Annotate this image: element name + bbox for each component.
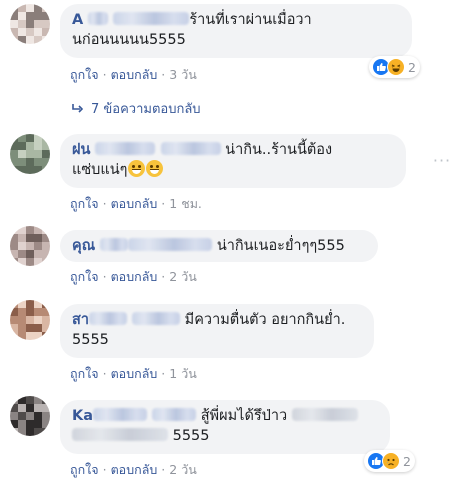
like-link[interactable]: ถูกใจ	[70, 67, 99, 82]
like-link[interactable]: ถูกใจ	[70, 269, 99, 284]
more-options-icon[interactable]: ···	[432, 150, 452, 170]
like-link[interactable]: ถูกใจ	[70, 196, 99, 211]
comment-actions: ถูกใจ · ตอบกลับ · 3 วัน	[70, 65, 197, 85]
comment-text-continued: 5555	[172, 428, 210, 444]
comment-author[interactable]: ฝน	[72, 142, 221, 158]
comment-author[interactable]: A	[72, 12, 190, 28]
reply-link[interactable]: ตอบกลับ	[111, 462, 158, 477]
timestamp[interactable]: 2 วัน	[169, 269, 197, 284]
comment-bubble: A ร้านที่เราผ่านเมื่อวา นก่อนนนนน5555	[60, 4, 412, 58]
like-link[interactable]: ถูกใจ	[70, 462, 99, 477]
reaction-summary[interactable]: 2	[369, 56, 420, 78]
timestamp[interactable]: 2 วัน	[169, 462, 197, 477]
comment-bubble: ฝน น่ากิน..ร้านนี้ต้อง แซ่บแน่ๆ	[60, 134, 406, 188]
separator: ·	[102, 67, 107, 82]
laughing-emoji-icon	[128, 160, 146, 177]
separator: ·	[102, 196, 107, 211]
haha-reaction-icon	[387, 58, 405, 76]
comment-author[interactable]: สา	[72, 312, 181, 328]
separator: ·	[102, 462, 107, 477]
separator: ·	[161, 67, 166, 82]
separator: ·	[161, 462, 166, 477]
comment-actions: ถูกใจ · ตอบกลับ · 2 วัน	[70, 267, 197, 287]
comment-actions: ถูกใจ · ตอบกลับ · 2 วัน	[70, 460, 197, 480]
comment-author[interactable]: Ka	[72, 408, 197, 424]
avatar[interactable]	[10, 4, 50, 44]
reaction-count: 2	[403, 453, 411, 469]
separator: ·	[161, 269, 166, 284]
separator: ·	[102, 366, 107, 381]
comment-text-continued: นก่อนนนนน5555	[72, 32, 186, 48]
comment-text: น่ากินเนอะย่ำๆๆ555	[216, 238, 345, 254]
comment-text-continued: 5555	[72, 332, 109, 348]
comment-text: น่ากิน..ร้านนี้ต้อง	[225, 142, 333, 158]
grinning-emoji-icon	[146, 160, 164, 177]
comment-bubble: Ka สู้พี่ผมได้รึป่าว 5555	[60, 400, 390, 454]
comment-actions: ถูกใจ · ตอบกลับ · 1 วัน	[70, 364, 197, 384]
timestamp[interactable]: 1 วัน	[169, 366, 197, 381]
comment-text-continued: แซ่บแน่ๆ	[72, 162, 128, 178]
reply-arrow-icon	[72, 103, 83, 113]
separator: ·	[161, 366, 166, 381]
comment-actions: ถูกใจ · ตอบกลับ · 1 ชม.	[70, 194, 202, 214]
reply-link[interactable]: ตอบกลับ	[111, 196, 158, 211]
comment-bubble: สา มีความตื่นตัว อยากกินย่ำ. 5555	[60, 304, 374, 358]
reaction-count: 2	[408, 59, 416, 75]
sad-reaction-icon	[382, 452, 400, 470]
avatar[interactable]	[10, 226, 50, 266]
timestamp[interactable]: 3 วัน	[169, 67, 197, 82]
replies-label: 7 ข้อความตอบกลับ	[91, 102, 201, 117]
avatar[interactable]	[10, 300, 50, 340]
like-link[interactable]: ถูกใจ	[70, 366, 99, 381]
comment-author[interactable]: คุณ	[72, 238, 213, 254]
reply-link[interactable]: ตอบกลับ	[111, 269, 158, 284]
reaction-summary[interactable]: 2	[364, 450, 415, 472]
reply-link[interactable]: ตอบกลับ	[111, 366, 158, 381]
avatar[interactable]	[10, 134, 50, 174]
separator: ·	[102, 269, 107, 284]
comment-text: ร้านที่เราผ่านเมื่อวา	[189, 12, 312, 28]
separator: ·	[161, 196, 166, 211]
comment-text: มีความตื่นตัว อยากกินย่ำ.	[184, 312, 346, 328]
avatar[interactable]	[10, 396, 50, 436]
view-replies-link[interactable]: 7 ข้อความตอบกลับ	[72, 98, 201, 119]
comment-text: สู้พี่ผมได้รึป่าว	[200, 408, 288, 424]
reply-link[interactable]: ตอบกลับ	[111, 67, 158, 82]
timestamp[interactable]: 1 ชม.	[169, 196, 202, 211]
comment-bubble: คุณ น่ากินเนอะย่ำๆๆ555	[60, 230, 378, 262]
